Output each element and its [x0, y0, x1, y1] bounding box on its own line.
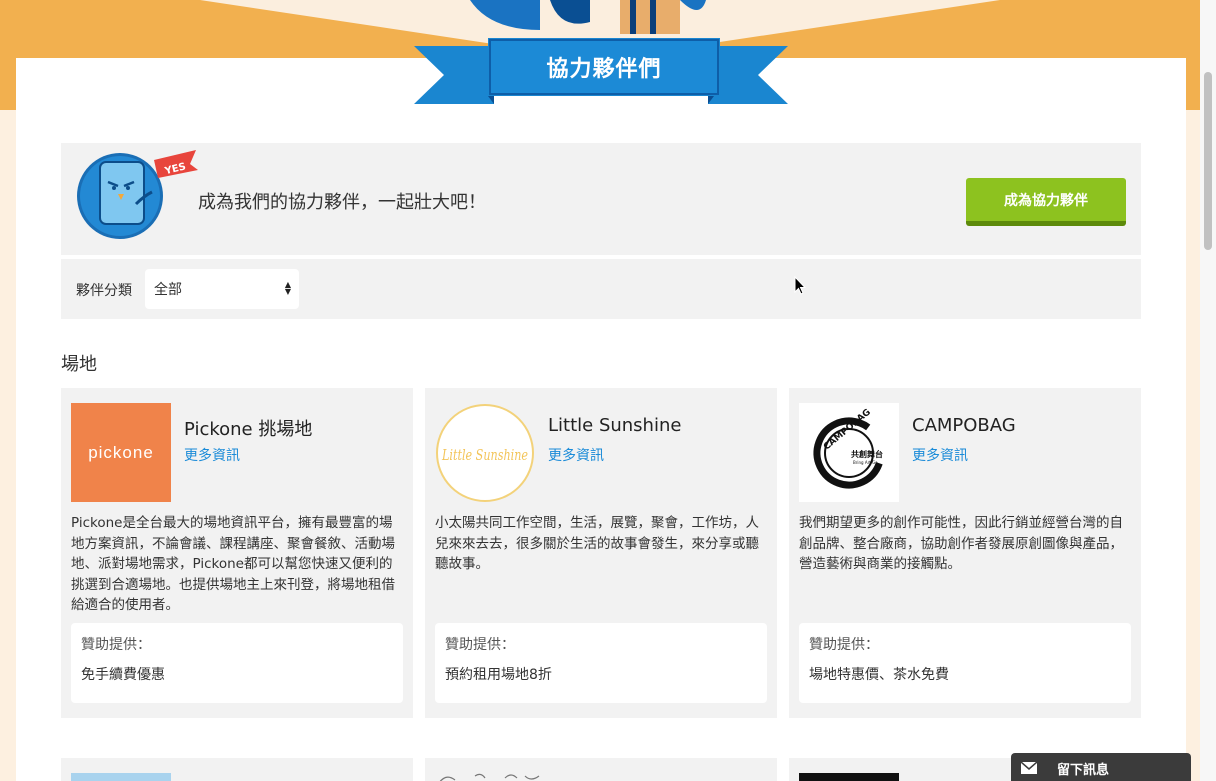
partner-card: Little Sunshine Little Sunshine 更多資訊 小太陽…	[425, 388, 777, 718]
sponsor-value: 預約租用場地8折	[445, 667, 552, 683]
partner-name: Pickone 挑場地	[184, 419, 313, 440]
more-info-link[interactable]: 更多資訊	[912, 445, 968, 465]
svg-text:pickone: pickone	[88, 443, 154, 462]
partner-description: Pickone是全台最大的場地資訊平台，擁有最豐富的場地方案資訊，不論會議、課程…	[71, 515, 395, 613]
sponsor-box: 贊助提供： 預約租用場地8折	[435, 623, 767, 703]
sponsor-label: 贊助提供：	[81, 637, 151, 653]
partner-name: Little Sunshine	[548, 415, 682, 436]
pickone-logo: pickone	[71, 403, 171, 502]
header-mascot-image	[470, 0, 706, 34]
cta-text: 成為我們的協力夥伴，一起壯大吧！	[198, 192, 486, 213]
partner-card-next	[425, 758, 777, 781]
partner-description: 小太陽共同工作空間，生活，展覽，聚會，工作坊，人兒來來去去，很多關於生活的故事會…	[435, 515, 759, 572]
filter-label: 夥伴分類	[76, 283, 132, 299]
little-sunshine-logo: Little Sunshine	[435, 403, 535, 502]
sponsor-box: 贊助提供： 場地特惠價、茶水免費	[799, 623, 1131, 703]
partner-card: pickone Pickone 挑場地 更多資訊 Pickone是全台最大的場地…	[61, 388, 413, 718]
envelope-icon	[1011, 762, 1047, 774]
partner-logo-partial	[71, 773, 171, 781]
more-info-link[interactable]: 更多資訊	[548, 445, 604, 465]
mascot-yes-icon: YES	[77, 150, 198, 239]
svg-text:Bring Art Go: Bring Art Go	[853, 460, 878, 465]
scrollbar-thumb[interactable]	[1204, 72, 1212, 250]
partner-card-next	[61, 758, 413, 781]
category-select-value: 全部	[154, 282, 182, 298]
sponsor-box: 贊助提供： 免手續費優惠	[71, 623, 403, 703]
partner-name: CAMPOBAG	[912, 415, 1016, 436]
sponsor-value: 免手續費優惠	[81, 667, 165, 683]
select-arrows-icon: ▲ ▼	[284, 280, 292, 296]
leave-message-label: 留下訊息	[1057, 762, 1110, 778]
partner-description: 我們期望更多的創作可能性，因此行銷並經營台灣的自創品牌、整合廠商，協助創作者發展…	[799, 515, 1123, 572]
page-title: 協力夥伴們	[546, 57, 662, 82]
sponsor-value: 場地特惠價、茶水免費	[809, 667, 949, 683]
become-partner-button[interactable]: 成為協力夥伴	[966, 178, 1126, 226]
sponsor-label: 贊助提供：	[809, 637, 879, 653]
mouse-cursor-icon	[794, 276, 806, 295]
more-info-link[interactable]: 更多資訊	[184, 445, 240, 465]
leave-message-widget[interactable]: 留下訊息	[1011, 753, 1191, 781]
partner-logo-partial	[439, 773, 540, 781]
campobag-logo: CAMPOBAG 共創舞台 Bring Art Go	[799, 403, 899, 502]
svg-text:共創舞台: 共創舞台	[851, 449, 883, 459]
partner-card: CAMPOBAG 共創舞台 Bring Art Go CAMPOBAG 更多資訊…	[789, 388, 1141, 718]
section-title: 場地	[61, 354, 97, 375]
category-select[interactable]: 全部 ▲ ▼	[145, 269, 299, 309]
svg-text:Little Sunshine: Little Sunshine	[441, 446, 528, 464]
partner-logo-partial	[799, 773, 899, 781]
sponsor-label: 贊助提供：	[445, 637, 515, 653]
